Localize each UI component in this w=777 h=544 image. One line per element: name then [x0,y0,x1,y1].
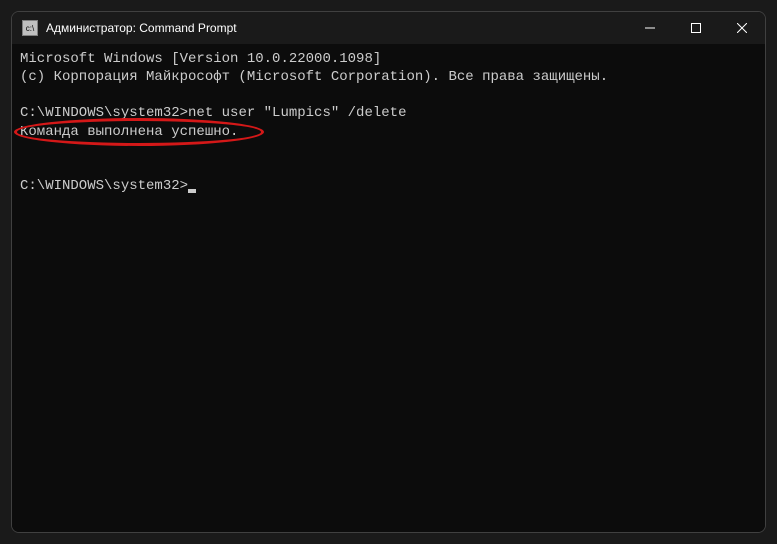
titlebar[interactable]: c:\ Администратор: Command Prompt [12,12,765,44]
maximize-icon [691,23,701,33]
minimize-icon [645,23,655,33]
prompt-path: C:\WINDOWS\system32> [20,178,188,194]
command-prompt-window: c:\ Администратор: Command Prompt Micros [11,11,766,533]
command-line: C:\WINDOWS\system32>net user "Lumpics" /… [20,104,757,122]
command-result: Команда выполнена успешно. [20,124,238,140]
cmd-icon: c:\ [22,20,38,36]
text-cursor [188,189,196,193]
blank-line [20,159,757,177]
blank-line [20,86,757,104]
prompt-path: C:\WINDOWS\system32> [20,105,188,121]
maximize-button[interactable] [673,12,719,44]
terminal-output[interactable]: Microsoft Windows [Version 10.0.22000.10… [12,44,765,532]
close-icon [737,23,747,33]
window-controls [627,12,765,44]
window-title: Администратор: Command Prompt [46,21,237,35]
highlighted-result-wrapper: Команда выполнена успешно. [20,123,757,141]
copyright-line: (c) Корпорация Майкрософт (Microsoft Cor… [20,68,757,86]
entered-command: net user "Lumpics" /delete [188,105,406,121]
version-line: Microsoft Windows [Version 10.0.22000.10… [20,50,757,68]
close-button[interactable] [719,12,765,44]
blank-line [20,141,757,159]
minimize-button[interactable] [627,12,673,44]
current-prompt-line: C:\WINDOWS\system32> [20,177,757,195]
